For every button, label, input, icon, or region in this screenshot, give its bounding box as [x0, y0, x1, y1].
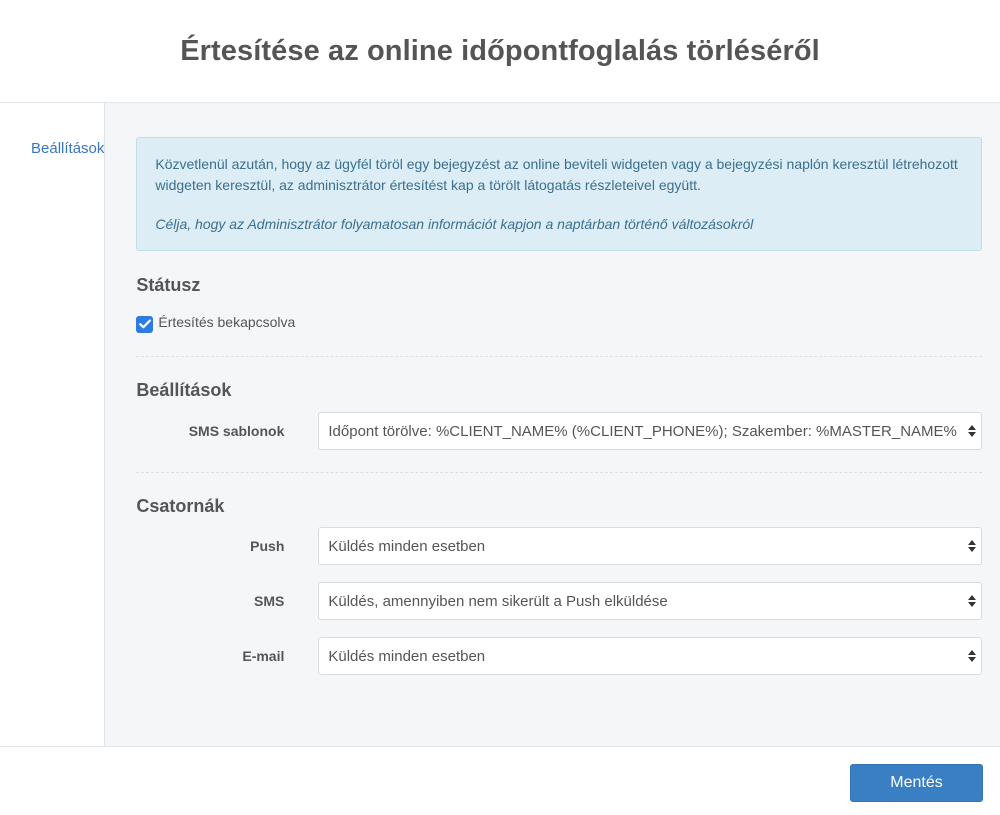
select-arrows-icon — [966, 539, 977, 553]
sms-template-label: SMS sablonok — [188, 423, 285, 439]
select-arrows-icon — [966, 424, 977, 438]
save-button[interactable]: Mentés — [850, 764, 983, 802]
email-select[interactable]: Küldés minden esetben — [318, 637, 982, 675]
push-select[interactable]: Küldés minden esetben — [318, 527, 982, 565]
info-description: Közvetlenül azután, hogy az ügyfél töröl… — [155, 156, 958, 193]
page-header: Értesítése az online időpontfoglalás tör… — [0, 0, 1000, 103]
footer: Mentés — [0, 746, 1000, 815]
divider — [136, 472, 982, 473]
sms-label: SMS — [254, 593, 285, 609]
sidebar-item-settings[interactable]: Beállítások — [31, 140, 104, 157]
sms-select[interactable]: Küldés, amennyiben nem sikerült a Push e… — [318, 582, 982, 620]
notification-enabled-label: Értesítés bekapcsolva — [158, 314, 296, 330]
info-box: Közvetlenül azután, hogy az ügyfél töröl… — [136, 137, 982, 251]
settings-section-title: Beállítások — [136, 380, 232, 400]
sidebar: Beállítások — [0, 103, 106, 747]
sms-template-row: SMS sablonok Időpont törölve: %CLIENT_NA… — [136, 412, 982, 450]
sms-template-select[interactable]: Időpont törölve: %CLIENT_NAME% (%CLIENT_… — [318, 412, 982, 450]
page-title: Értesítése az online időpontfoglalás tör… — [180, 34, 820, 67]
push-label: Push — [250, 538, 285, 554]
divider — [136, 356, 982, 357]
checkmark-icon — [138, 319, 151, 329]
info-purpose: Célja, hogy az Adminisztrátor folyamatos… — [155, 216, 754, 232]
select-arrows-icon — [966, 649, 977, 663]
content-panel: Közvetlenül azután, hogy az ügyfél töröl… — [105, 103, 1000, 747]
notification-enabled-checkbox[interactable] — [136, 315, 154, 333]
status-section-title: Státusz — [136, 275, 201, 295]
main-area: Beállítások Közvetlenül azután, hogy az … — [0, 103, 1000, 747]
select-arrows-icon — [966, 594, 977, 608]
sms-channel-row: SMS Küldés, amennyiben nem sikerült a Pu… — [136, 582, 982, 620]
sms-value: Küldés, amennyiben nem sikerült a Push e… — [328, 592, 668, 610]
channels-section-title: Csatornák — [136, 496, 225, 516]
push-value: Küldés minden esetben — [328, 537, 486, 555]
email-value: Küldés minden esetben — [328, 647, 486, 665]
email-label: E-mail — [242, 648, 285, 664]
email-channel-row: E-mail Küldés minden esetben — [136, 637, 982, 675]
push-channel-row: Push Küldés minden esetben — [136, 527, 982, 565]
sms-template-value: Időpont törölve: %CLIENT_NAME% (%CLIENT_… — [328, 422, 957, 440]
notification-enabled-row: Értesítés bekapcsolva — [136, 314, 982, 334]
